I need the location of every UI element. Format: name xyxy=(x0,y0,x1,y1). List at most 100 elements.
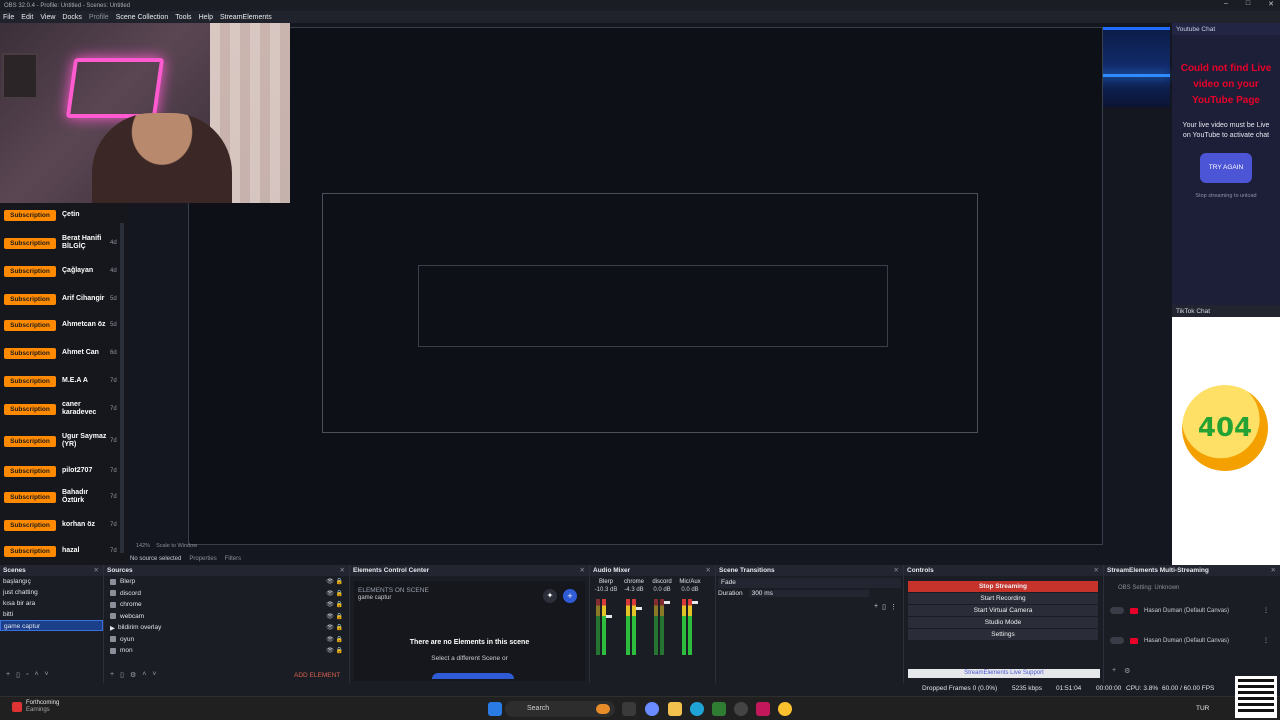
scene-item[interactable]: bitti xyxy=(0,609,103,620)
menu-docks[interactable]: Docks xyxy=(62,14,81,21)
stop-streaming-button[interactable]: Stop Streaming xyxy=(908,581,1098,592)
live-support-button[interactable]: StreamElements Live Support xyxy=(908,669,1100,678)
close-button[interactable]: ✕ xyxy=(1268,0,1274,8)
menu-scene-collection[interactable]: Scene Collection xyxy=(116,14,169,21)
subscription-badge: Subscription xyxy=(4,491,56,503)
visibility-lock-icons[interactable]: 👁 🔒 xyxy=(326,601,343,608)
search-label: Search xyxy=(527,705,550,712)
gear-icon[interactable]: ⚙ xyxy=(130,671,136,679)
scene-item-selected[interactable]: game captur xyxy=(0,620,103,631)
language-indicator[interactable]: TUR xyxy=(1196,705,1209,712)
ecc-hint: Select a different Scene or xyxy=(431,655,508,662)
more-icon[interactable]: ⋮ xyxy=(890,603,897,611)
menu-edit[interactable]: Edit xyxy=(21,14,33,21)
subscription-badge: Subscription xyxy=(4,403,56,415)
visibility-lock-icons[interactable]: 👁 🔒 xyxy=(326,613,343,620)
toggle-switch[interactable] xyxy=(1110,607,1124,614)
maximize-button[interactable]: □ xyxy=(1246,0,1250,8)
add-element-icon[interactable]: + xyxy=(563,589,577,603)
edge-icon[interactable] xyxy=(690,702,704,716)
visibility-lock-icons[interactable]: 👁 🔒 xyxy=(326,636,343,643)
up-icon[interactable]: ˄ xyxy=(142,671,146,679)
volume-fader[interactable] xyxy=(692,601,698,604)
close-icon[interactable]: ✕ xyxy=(706,566,711,574)
menu-file[interactable]: File xyxy=(3,14,14,21)
gear-icon[interactable]: ⚙ xyxy=(1124,667,1130,675)
volume-fader[interactable] xyxy=(636,607,642,610)
scene-item[interactable]: kısa bir ara xyxy=(0,598,103,609)
close-icon[interactable]: ✕ xyxy=(1271,566,1276,574)
trash-icon[interactable]: ▯ xyxy=(120,671,124,679)
add-icon[interactable]: + xyxy=(1112,667,1116,675)
preview-canvas[interactable]: Subscription Çetin Subscription Berat Hani… xyxy=(0,23,1280,565)
duration-input[interactable]: 300 ms xyxy=(748,590,869,597)
file-explorer-icon[interactable] xyxy=(668,702,682,716)
up-icon[interactable]: ˄ xyxy=(34,671,38,679)
add-icon[interactable]: + xyxy=(874,603,878,611)
source-item[interactable]: discord 👁 🔒 xyxy=(104,588,349,600)
trash-icon[interactable]: ▯ xyxy=(882,603,886,611)
more-icon[interactable]: ⋮ xyxy=(1263,637,1269,644)
visibility-lock-icons[interactable]: 👁 🔒 xyxy=(326,647,343,654)
source-item[interactable]: webcam 👁 🔒 xyxy=(104,611,349,623)
menu-help[interactable]: Help xyxy=(199,14,213,21)
add-element-button[interactable]: ADD ELEMENT xyxy=(294,672,340,679)
chevron-right-icon[interactable]: ▶ xyxy=(110,624,115,632)
visibility-lock-icons[interactable]: 👁 🔒 xyxy=(326,624,343,631)
add-icon[interactable]: + xyxy=(110,671,114,679)
down-icon[interactable]: ˅ xyxy=(152,671,156,679)
filters-button[interactable]: Filters xyxy=(225,556,241,562)
visibility-lock-icons[interactable]: 👁 🔒 xyxy=(326,590,343,597)
close-icon[interactable]: ✕ xyxy=(94,566,99,574)
scenes-header: Scenes ✕ xyxy=(0,565,103,576)
feed-time: 7d xyxy=(110,548,117,554)
source-item[interactable]: chrome 👁 🔒 xyxy=(104,599,349,611)
close-icon[interactable]: ✕ xyxy=(1094,566,1099,574)
source-item[interactable]: oyun 👁 🔒 xyxy=(104,634,349,646)
menu-streamelements[interactable]: StreamElements xyxy=(220,14,272,21)
source-item[interactable]: Blerp 👁 🔒 xyxy=(104,576,349,588)
magic-wand-icon[interactable]: ✦ xyxy=(543,589,557,603)
trash-icon[interactable]: ▯ xyxy=(16,671,20,679)
menu-profile[interactable]: Profile xyxy=(89,14,109,21)
menu-tools[interactable]: Tools xyxy=(175,14,191,21)
chrome-icon[interactable] xyxy=(778,702,792,716)
minimize-button[interactable]: – xyxy=(1224,0,1228,8)
close-icon[interactable]: ✕ xyxy=(580,566,585,574)
add-icon[interactable]: + xyxy=(6,671,10,679)
windows-start-icon[interactable] xyxy=(488,702,502,716)
volume-fader[interactable] xyxy=(606,615,612,618)
toggle-switch[interactable] xyxy=(1110,637,1124,644)
settings-button[interactable]: Settings xyxy=(908,629,1098,640)
obs-icon[interactable] xyxy=(734,702,748,716)
filter-icon[interactable]: ▫ xyxy=(26,671,28,679)
subscription-badge: Subscription xyxy=(4,237,56,249)
menu-view[interactable]: View xyxy=(40,14,55,21)
copilot-icon[interactable] xyxy=(645,702,659,716)
close-icon[interactable]: ✕ xyxy=(340,566,345,574)
close-icon[interactable]: ✕ xyxy=(894,566,899,574)
start-recording-button[interactable]: Start Recording xyxy=(908,593,1098,604)
app-icon[interactable] xyxy=(756,702,770,716)
visibility-lock-icons[interactable]: 👁 🔒 xyxy=(326,578,343,585)
studio-mode-button[interactable]: Studio Mode xyxy=(908,617,1098,628)
store-icon[interactable] xyxy=(712,702,726,716)
properties-button[interactable]: Properties xyxy=(189,556,216,562)
task-view-icon[interactable] xyxy=(622,702,636,716)
ecc-action-button[interactable] xyxy=(432,673,514,679)
try-again-button[interactable]: TRY AGAIN xyxy=(1200,153,1252,183)
more-icon[interactable]: ⋮ xyxy=(1263,607,1269,614)
source-item[interactable]: mon 👁 🔒 xyxy=(104,645,349,657)
scene-item[interactable]: başlangıç xyxy=(0,576,103,587)
volume-fader[interactable] xyxy=(664,601,670,604)
down-icon[interactable]: ˅ xyxy=(45,671,49,679)
window-titlebar: OBS 32.0.4 - Profile: Untitled - Scenes:… xyxy=(0,0,1280,11)
weather-widget[interactable]: Forthcoming Earnings xyxy=(12,700,59,714)
start-virtual-camera-button[interactable]: Start Virtual Camera xyxy=(908,605,1098,616)
source-item[interactable]: ▶ bildirim overlay 👁 🔒 xyxy=(104,622,349,634)
transition-select[interactable]: Fade xyxy=(718,578,901,588)
scene-item[interactable]: just chatting xyxy=(0,587,103,598)
feed-scrollbar[interactable] xyxy=(120,223,124,553)
webcam-overlay xyxy=(0,23,290,203)
bitrate: 5235 kbps xyxy=(1012,685,1042,692)
